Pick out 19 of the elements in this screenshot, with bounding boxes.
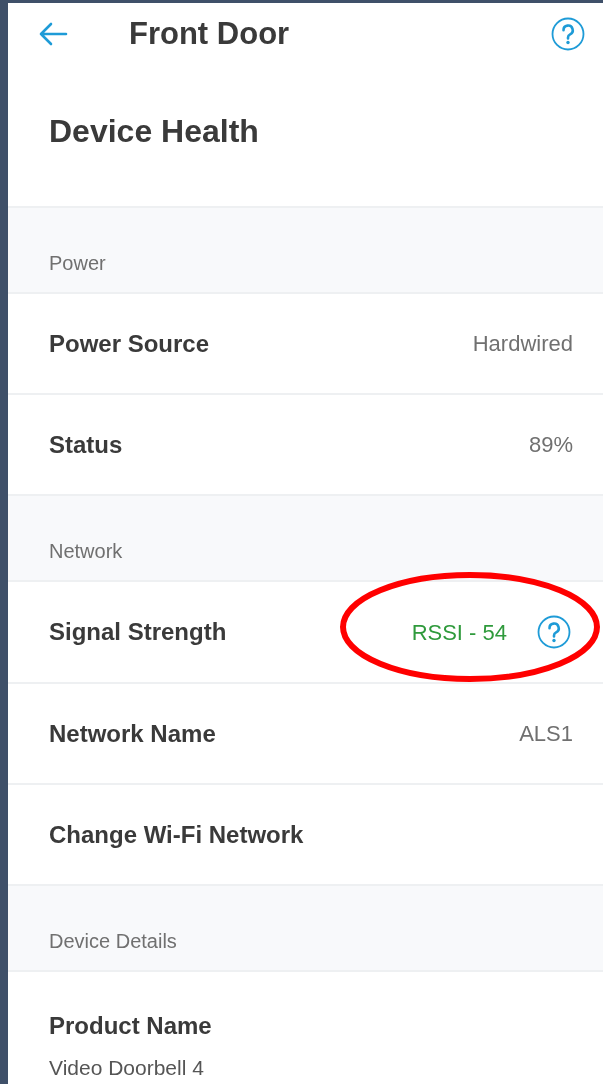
section-header: Device Details	[8, 884, 603, 972]
help-icon[interactable]	[551, 17, 585, 52]
row-value: Hardwired	[472, 330, 573, 358]
change-wifi-link[interactable]: Change Wi-Fi Network	[49, 785, 603, 884]
back-arrow-icon[interactable]	[38, 22, 68, 47]
signal-value: RSSI - 54	[411, 618, 507, 647]
section-header: Network	[8, 494, 603, 582]
header-title: Front Door	[129, 14, 291, 53]
row-value: ALS1	[519, 720, 573, 748]
row-label: Network Name	[49, 718, 216, 749]
row-label: Product Name	[49, 1011, 213, 1041]
row-value: 89%	[528, 431, 573, 459]
row-value: Video Doorbell 4	[49, 1055, 205, 1081]
help-icon[interactable]	[537, 615, 571, 649]
page-title: Device Health	[49, 111, 259, 151]
section-header: Power	[8, 206, 603, 294]
row-label: Status	[49, 429, 123, 460]
row-label: Power Source	[49, 328, 210, 359]
row-label: Signal Strength	[49, 617, 227, 647]
